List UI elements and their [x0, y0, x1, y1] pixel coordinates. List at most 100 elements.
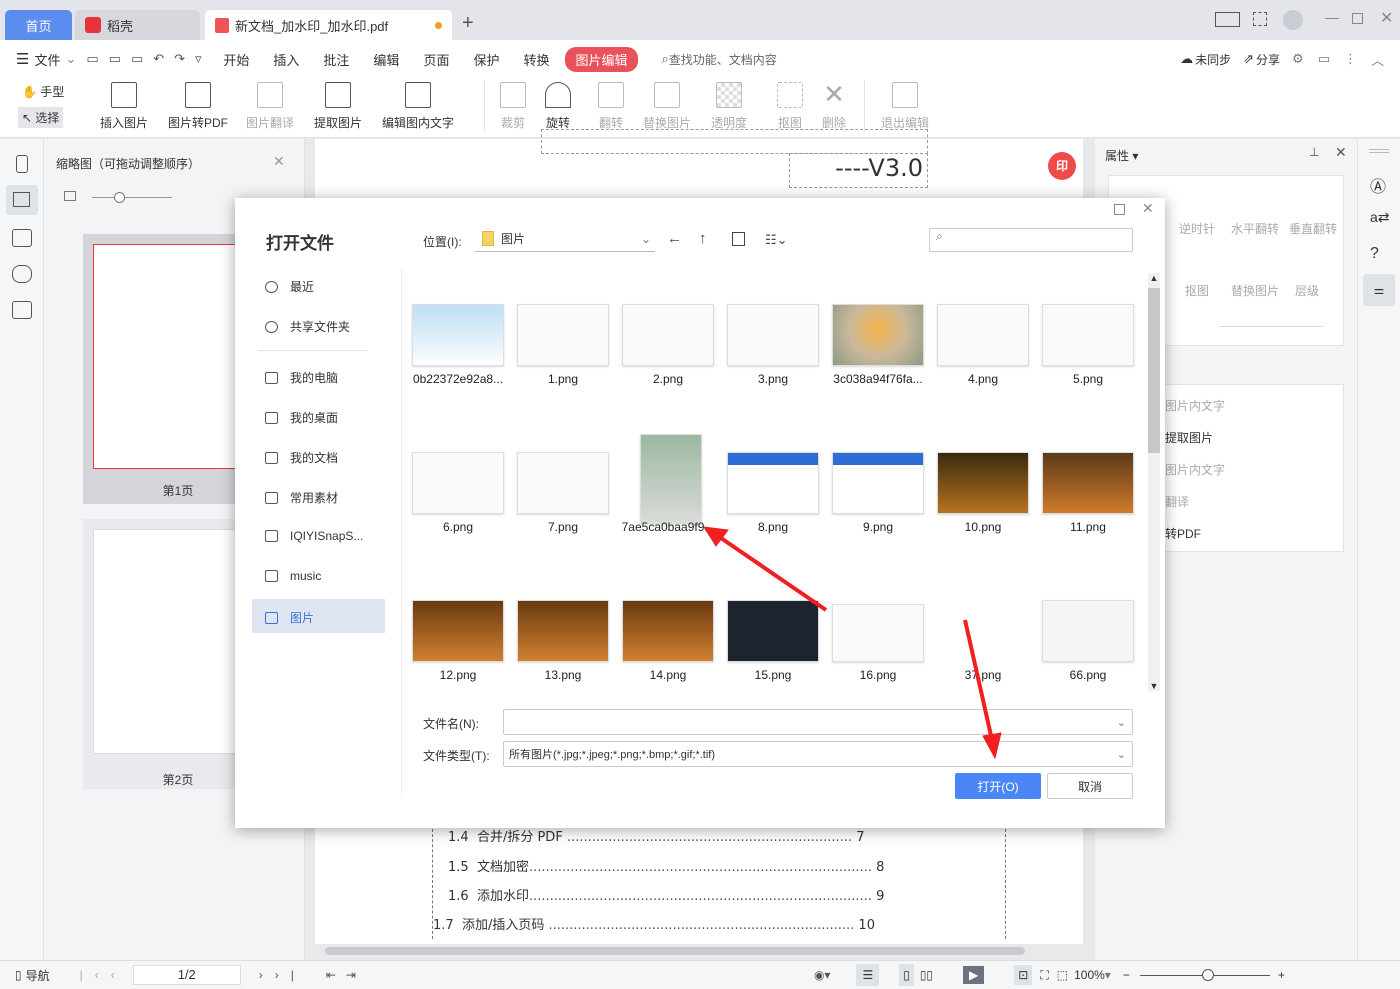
nav-button[interactable]: 导航 [26, 967, 50, 984]
menu-protect[interactable]: 保护 [473, 50, 499, 69]
watermark-stamp-icon[interactable]: 印 [1048, 152, 1076, 180]
pin-icon[interactable]: ⊥ [1309, 145, 1319, 159]
sidebar-item-recent[interactable]: 最近 [265, 278, 314, 295]
menu-image-edit[interactable]: 图片编辑 [565, 46, 638, 72]
sidebar-item-pictures[interactable]: 图片 [265, 609, 314, 626]
edit-image-text-button[interactable]: 编辑图内文字 [382, 82, 454, 131]
flip-horizontal-button[interactable]: 水平翻转 [1231, 220, 1279, 237]
quick-action[interactable]: 提取图片 [1165, 429, 1213, 446]
menu-comment[interactable]: 批注 [323, 50, 349, 69]
quick-action[interactable]: 图片内文字 [1165, 461, 1225, 478]
toc-item[interactable]: 1.4 合并/拆分 PDF ..........................… [448, 826, 865, 845]
close-window-button[interactable]: ✕ [1380, 8, 1393, 28]
sidebar-item-desktop[interactable]: 我的桌面 [265, 409, 338, 426]
menu-file[interactable]: 文件 [34, 50, 60, 69]
history-buttons[interactable]: ⇤⇥ [326, 968, 366, 982]
filetype-dropdown[interactable]: 所有图片(*.jpg;*.jpeg;*.png;*.bmp;*.gif;*.ti… [503, 741, 1133, 767]
close-thumbnail-icon[interactable]: ✕ [273, 153, 285, 170]
comment-icon[interactable] [12, 229, 32, 247]
more-icon[interactable]: ⋮ [1344, 51, 1357, 67]
menu-start[interactable]: 开始 [223, 50, 249, 69]
translate-icon[interactable]: a⇄ [1370, 209, 1390, 226]
avatar[interactable] [1283, 10, 1303, 30]
open-button[interactable]: 打开(O) [955, 773, 1041, 799]
help-icon[interactable]: ? [1370, 245, 1379, 263]
horizontal-scrollbar[interactable] [325, 947, 1025, 955]
up-button[interactable]: ↑ [699, 230, 707, 247]
quick-action[interactable]: 翻译 [1165, 493, 1189, 510]
comment-icon[interactable]: ▭ [1318, 51, 1330, 67]
version-text[interactable]: ----V3.0 [789, 153, 928, 188]
properties-title[interactable]: 属性 ▾ [1105, 147, 1138, 164]
opacity-slider[interactable] [1219, 326, 1324, 327]
menu-convert[interactable]: 转换 [523, 50, 549, 69]
play-icon[interactable]: ▶ [963, 966, 985, 984]
slider-handle[interactable] [114, 192, 125, 203]
minimize-button[interactable]: — [1325, 9, 1339, 25]
ai-search-icon[interactable]: Ⓐ [1370, 173, 1386, 197]
toc-item[interactable]: 1.6 添加水印................................… [448, 885, 884, 904]
delete-button[interactable]: ✕ 删除 [821, 81, 847, 131]
zoom-slider[interactable] [1139, 968, 1270, 981]
share-button[interactable]: 分享 [1256, 51, 1280, 68]
apps-icon[interactable] [1253, 12, 1267, 26]
sync-status[interactable]: 未同步 [1195, 51, 1231, 68]
back-button[interactable]: ← [667, 230, 682, 247]
attachment-icon[interactable] [12, 265, 32, 283]
tab-document[interactable]: 新文档_加水印_加水印.pdf [205, 10, 452, 40]
close-dialog-button[interactable]: ✕ [1142, 200, 1154, 217]
collapse-ribbon-icon[interactable]: ︿ [1371, 50, 1384, 69]
menu-edit[interactable]: 编辑 [373, 50, 399, 69]
thumbnail-tab[interactable] [6, 185, 38, 215]
new-tab-button[interactable]: + [462, 12, 474, 35]
sidebar-item-documents[interactable]: 我的文档 [265, 449, 338, 466]
maximize-button[interactable] [1352, 13, 1363, 24]
view-mode-button[interactable]: ☷⌄ [765, 232, 788, 248]
zoom-out-button[interactable]: − [1123, 968, 1130, 982]
image-to-pdf-button[interactable]: 图片转PDF [168, 82, 228, 131]
replace-image-button[interactable]: 替换图片 [1231, 282, 1279, 299]
rotate-ccw-button[interactable]: 逆时针 [1179, 220, 1215, 237]
dual-page-view-icon[interactable]: ▯▯ [920, 968, 933, 982]
bookmark-icon[interactable] [16, 155, 28, 173]
zoom-level[interactable]: 100% [1074, 968, 1105, 982]
signature-icon[interactable] [12, 301, 32, 319]
quick-action[interactable]: 转PDF [1165, 525, 1201, 542]
cancel-button[interactable]: 取消 [1047, 773, 1133, 799]
settings-icon[interactable]: ⚙ [1292, 51, 1304, 67]
toc-item[interactable]: 1.7 添加/插入页码 ............................… [433, 914, 875, 933]
sidebar-item-shared[interactable]: 共享文件夹 [265, 318, 350, 335]
zoom-in-button[interactable]: + [1278, 968, 1285, 982]
drag-handle[interactable] [1369, 149, 1389, 153]
hand-tool[interactable]: ✋ 手型 [22, 83, 64, 100]
quick-access-toolbar[interactable]: ▭▭▭↶↷▿ [86, 51, 211, 67]
feature-search[interactable]: 查找功能、文档内容 [669, 51, 777, 68]
sidebar-item-iqiyi[interactable]: IQIYISnapS... [265, 529, 363, 543]
filename-input[interactable]: ⌄ [503, 709, 1133, 735]
toc-item[interactable]: 1.5 文档加密................................… [448, 856, 884, 875]
fit-page-icon[interactable]: ⛶ [1040, 968, 1048, 983]
quick-action[interactable]: 图片内文字 [1165, 397, 1225, 414]
actual-size-icon[interactable]: ⊡ [1014, 965, 1033, 985]
single-page-icon[interactable] [1215, 12, 1240, 27]
layer-button[interactable]: 层级 [1295, 282, 1319, 299]
sidebar-item-music[interactable]: music [265, 569, 321, 583]
single-page-view-icon[interactable]: ▯ [899, 964, 914, 986]
new-folder-button[interactable] [732, 232, 745, 246]
menu-insert[interactable]: 插入 [273, 50, 299, 69]
menu-page[interactable]: 页面 [423, 50, 449, 69]
extract-image-button[interactable]: 提取图片 [314, 82, 362, 131]
insert-image-button[interactable]: 插入图片 [100, 82, 148, 131]
chevron-down-icon[interactable]: ⌄ [65, 51, 76, 67]
hamburger-icon[interactable]: ☰ [16, 50, 29, 68]
tab-docer[interactable]: 稻壳 [75, 10, 200, 40]
flip-vertical-button[interactable]: 垂直翻转 [1289, 220, 1337, 237]
next-last-page-buttons[interactable]: ››| [259, 968, 306, 982]
sidebar-item-computer[interactable]: 我的电脑 [265, 369, 338, 386]
vertical-scrollbar[interactable]: ▲ ▼ [1148, 273, 1160, 691]
first-prev-page-buttons[interactable]: |‹‹ [80, 968, 127, 982]
properties-toggle-icon[interactable]: ⚌ [1363, 274, 1395, 306]
search-input[interactable]: ⌕ [929, 228, 1133, 252]
flip-button[interactable]: 翻转 [598, 82, 624, 131]
scrollbar-thumb[interactable] [1148, 288, 1160, 453]
